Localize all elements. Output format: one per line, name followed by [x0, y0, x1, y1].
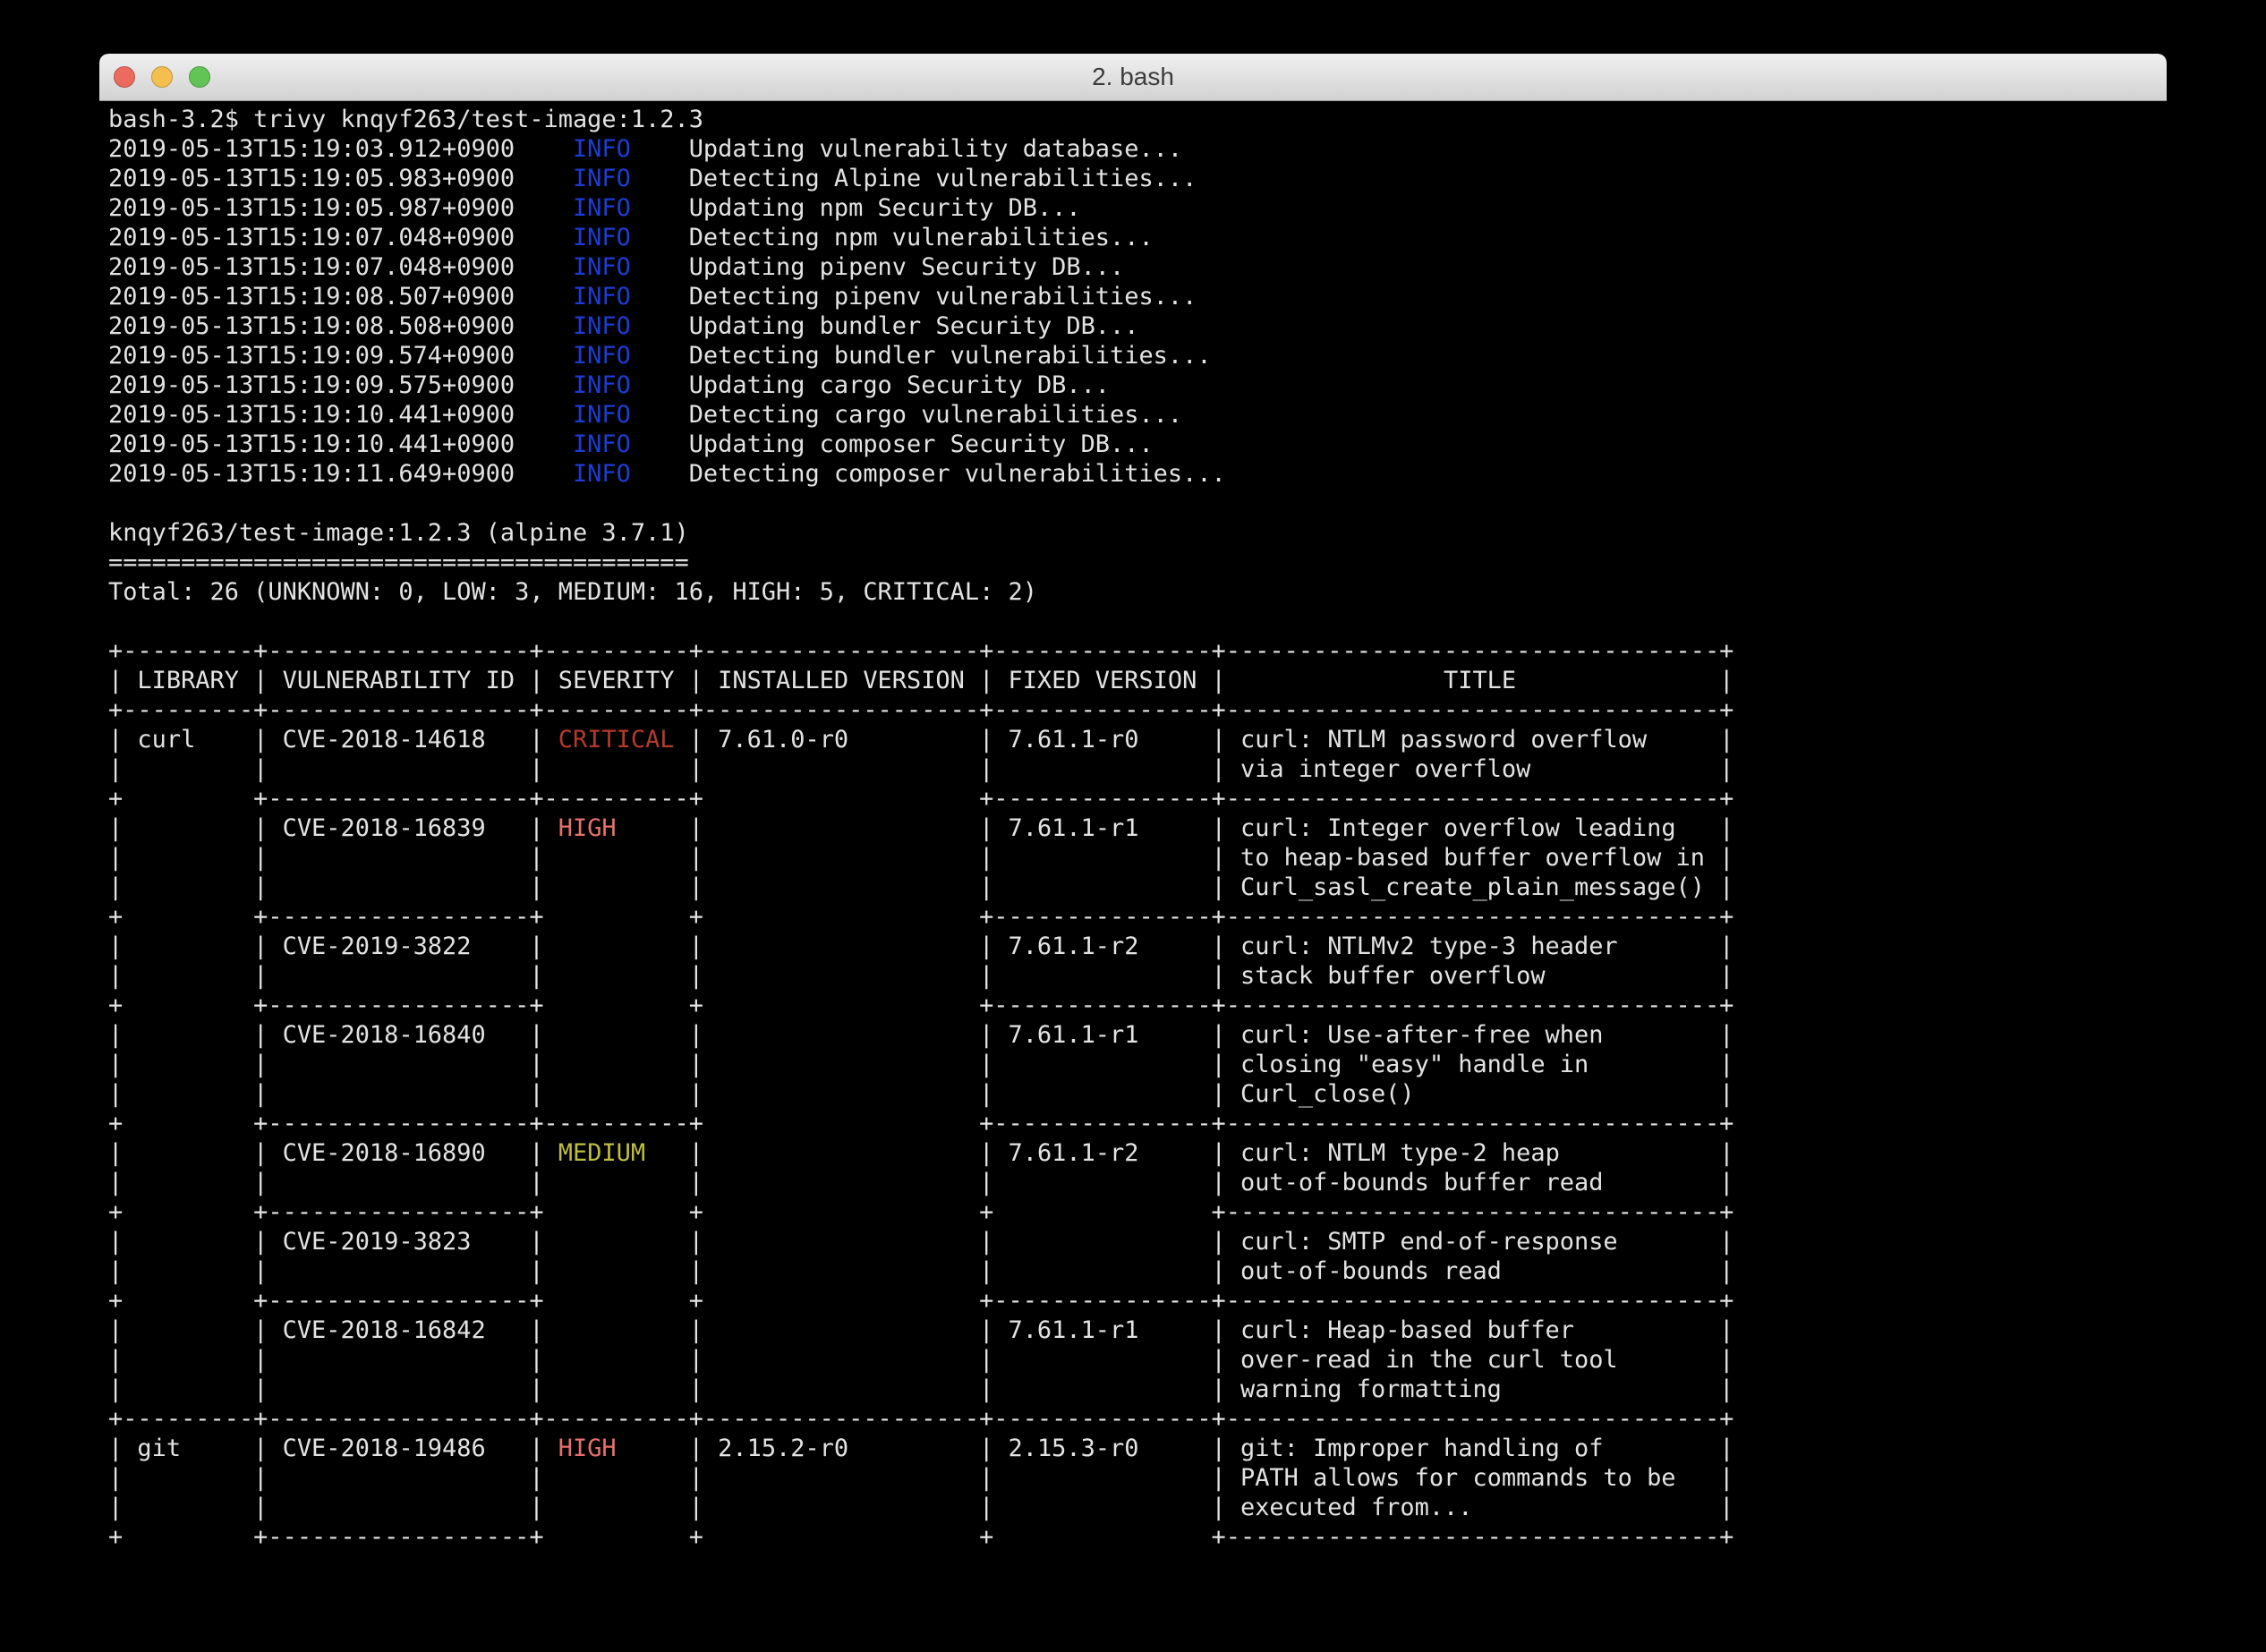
- terminal-line: | curl | CVE-2018-14618 | CRITICAL | 7.6…: [108, 725, 2167, 754]
- terminal-line: | | | | | | out-of-bounds read |: [108, 1256, 2167, 1286]
- terminal-line: 2019-05-13T15:19:08.507+0900 INFO Detect…: [108, 282, 2167, 311]
- terminal-line: + +------------------+ + + +------------…: [108, 1197, 2167, 1227]
- terminal-line: | LIBRARY | VULNERABILITY ID | SEVERITY …: [108, 666, 2167, 695]
- log-level-info: INFO: [573, 135, 631, 163]
- window-title: 2. bash: [99, 54, 2167, 100]
- terminal-line: | | | | | | out-of-bounds buffer read |: [108, 1168, 2167, 1197]
- severity-high: HIGH: [558, 814, 617, 842]
- terminal-line: | | | | | | over-read in the curl tool |: [108, 1345, 2167, 1375]
- terminal-line: 2019-05-13T15:19:07.048+0900 INFO Detect…: [108, 223, 2167, 252]
- terminal-line: 2019-05-13T15:19:09.575+0900 INFO Updati…: [108, 370, 2167, 400]
- terminal-line: | | CVE-2018-16840 | | | 7.61.1-r1 | cur…: [108, 1020, 2167, 1050]
- terminal-line: | | | | | | Curl_sasl_create_plain_messa…: [108, 873, 2167, 902]
- terminal-line: Total: 26 (UNKNOWN: 0, LOW: 3, MEDIUM: 1…: [108, 577, 2167, 607]
- terminal-line: [108, 607, 2167, 636]
- terminal-line: +---------+------------------+----------…: [108, 695, 2167, 725]
- terminal-line: | | | | | | executed from... |: [108, 1493, 2167, 1522]
- terminal-line: +---------+------------------+----------…: [108, 1404, 2167, 1434]
- terminal-line: 2019-05-13T15:19:10.441+0900 INFO Detect…: [108, 400, 2167, 430]
- terminal-line: 2019-05-13T15:19:05.987+0900 INFO Updati…: [108, 193, 2167, 223]
- terminal-line: [108, 489, 2167, 518]
- terminal-line: + +------------------+----------+ +-----…: [108, 784, 2167, 813]
- terminal-line: | | CVE-2018-16890 | MEDIUM | | 7.61.1-r…: [108, 1138, 2167, 1168]
- terminal-line: 2019-05-13T15:19:10.441+0900 INFO Updati…: [108, 430, 2167, 459]
- log-level-info: INFO: [573, 194, 631, 222]
- minimize-button[interactable]: [151, 66, 173, 88]
- log-level-info: INFO: [573, 283, 631, 311]
- terminal-line: 2019-05-13T15:19:03.912+0900 INFO Updati…: [108, 134, 2167, 164]
- terminal-window: 2. bash bash-3.2$ trivy knqyf263/test-im…: [99, 54, 2167, 1598]
- terminal-line: + +------------------+----------+ +-----…: [108, 1109, 2167, 1138]
- terminal-line: | | | | | | Curl_close() |: [108, 1079, 2167, 1109]
- traffic-lights: [114, 66, 210, 88]
- severity-high: HIGH: [558, 1435, 617, 1462]
- log-level-info: INFO: [573, 371, 631, 399]
- log-level-info: INFO: [573, 312, 631, 340]
- severity-medium: MEDIUM: [558, 1139, 645, 1167]
- terminal-line: | | CVE-2018-16839 | HIGH | | 7.61.1-r1 …: [108, 813, 2167, 843]
- desktop: 2. bash bash-3.2$ trivy knqyf263/test-im…: [0, 0, 2266, 1652]
- log-level-info: INFO: [573, 460, 631, 488]
- terminal-line: | git | CVE-2018-19486 | HIGH | 2.15.2-r…: [108, 1434, 2167, 1463]
- log-level-info: INFO: [573, 165, 631, 192]
- terminal-line: 2019-05-13T15:19:08.508+0900 INFO Updati…: [108, 311, 2167, 341]
- log-level-info: INFO: [573, 430, 631, 458]
- terminal-screen[interactable]: bash-3.2$ trivy knqyf263/test-image:1.2.…: [99, 101, 2167, 1552]
- log-level-info: INFO: [573, 342, 631, 370]
- terminal-line: bash-3.2$ trivy knqyf263/test-image:1.2.…: [108, 105, 2167, 134]
- terminal-line: + +------------------+ + +--------------…: [108, 902, 2167, 932]
- terminal-line: + +------------------+ + +--------------…: [108, 1286, 2167, 1316]
- log-level-info: INFO: [573, 401, 631, 429]
- window-titlebar[interactable]: 2. bash: [99, 54, 2167, 101]
- terminal-line: | | | | | | warning formatting |: [108, 1375, 2167, 1404]
- terminal-line: knqyf263/test-image:1.2.3 (alpine 3.7.1): [108, 518, 2167, 548]
- terminal-line: ========================================: [108, 548, 2167, 577]
- terminal-line: | | CVE-2018-16842 | | | 7.61.1-r1 | cur…: [108, 1316, 2167, 1345]
- log-level-info: INFO: [573, 253, 631, 281]
- terminal-line: + +------------------+ + + +------------…: [108, 1522, 2167, 1552]
- terminal-line: | | | | | | PATH allows for commands to …: [108, 1463, 2167, 1493]
- severity-critical: CRITICAL: [558, 726, 675, 754]
- terminal-line: | | | | | | stack buffer overflow |: [108, 961, 2167, 991]
- terminal-line: + +------------------+ + +--------------…: [108, 991, 2167, 1020]
- close-button[interactable]: [114, 66, 135, 88]
- terminal-line: 2019-05-13T15:19:11.649+0900 INFO Detect…: [108, 459, 2167, 489]
- terminal-line: | | | | | | closing "easy" handle in |: [108, 1050, 2167, 1079]
- zoom-button[interactable]: [189, 66, 210, 88]
- terminal-line: 2019-05-13T15:19:09.574+0900 INFO Detect…: [108, 341, 2167, 370]
- log-level-info: INFO: [573, 224, 631, 251]
- terminal-line: | | CVE-2019-3822 | | | 7.61.1-r2 | curl…: [108, 932, 2167, 961]
- terminal-line: | | CVE-2019-3823 | | | | curl: SMTP end…: [108, 1227, 2167, 1256]
- terminal-line: | | | | | | via integer overflow |: [108, 754, 2167, 784]
- terminal-line: 2019-05-13T15:19:07.048+0900 INFO Updati…: [108, 252, 2167, 282]
- terminal-line: +---------+------------------+----------…: [108, 636, 2167, 666]
- terminal-line: 2019-05-13T15:19:05.983+0900 INFO Detect…: [108, 164, 2167, 193]
- terminal-line: | | | | | | to heap-based buffer overflo…: [108, 843, 2167, 873]
